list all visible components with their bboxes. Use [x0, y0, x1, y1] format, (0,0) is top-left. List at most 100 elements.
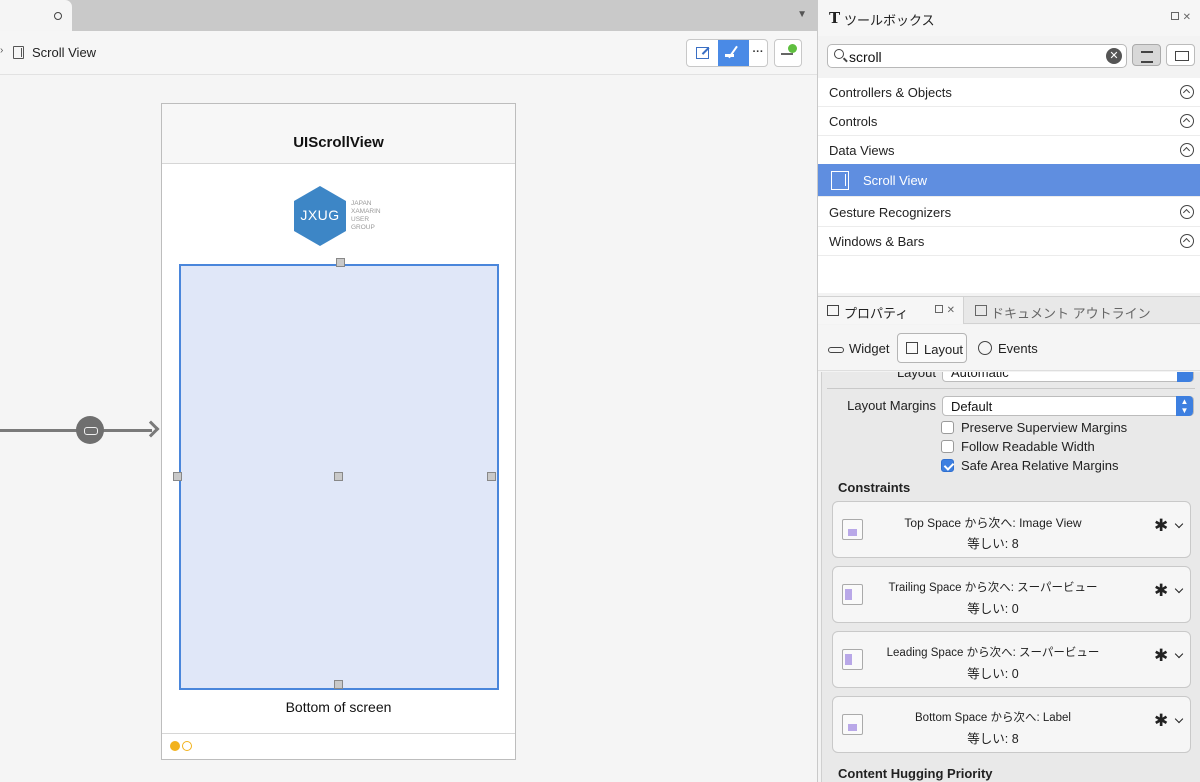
- dock-icon[interactable]: [934, 305, 943, 313]
- collapse-chevron-icon[interactable]: [1180, 205, 1194, 219]
- events-icon: [978, 341, 992, 355]
- resize-handle-top[interactable]: [336, 258, 345, 267]
- item-label: Scroll View: [863, 173, 928, 188]
- constraint-description: Leading Space から次へ: スーパービュー: [886, 647, 1100, 659]
- search-input[interactable]: scroll: [849, 49, 882, 65]
- toolbox-category-data-views[interactable]: Data Views: [818, 136, 1200, 165]
- edit-mode-button[interactable]: [687, 40, 718, 66]
- chevron-down-icon[interactable]: [1174, 519, 1184, 529]
- widget-icon: [828, 347, 844, 353]
- constraint-description: Trailing Space から次へ: スーパービュー: [888, 582, 1098, 594]
- constraint-description: Bottom Space から次へ: Label: [915, 712, 1071, 724]
- update-constraints-button[interactable]: [774, 39, 802, 67]
- view-controller-icon[interactable]: [170, 741, 180, 751]
- navigation-bar[interactable]: UIScrollView: [162, 104, 515, 164]
- search-icon: [834, 49, 844, 59]
- close-icon[interactable]: ✕: [947, 305, 955, 316]
- side-panels: T ツールボックス ✕ scroll ✕ Controllers & Objec…: [817, 0, 1200, 782]
- collapse-chevron-icon[interactable]: [1180, 114, 1194, 128]
- gear-icon[interactable]: ✱: [1154, 712, 1170, 729]
- follow-readable-width-row[interactable]: Follow Readable Width: [941, 438, 1200, 456]
- layout-margins-label: Layout Margins: [847, 398, 936, 413]
- scroll-view-icon: [13, 46, 24, 59]
- resize-handle-right[interactable]: [487, 472, 496, 481]
- select-arrow-icon: [1177, 372, 1193, 382]
- constraint-leading-space[interactable]: Leading Space から次へ: スーパービュー 等しい: 0 ✱: [832, 631, 1191, 688]
- constraint-description: Top Space から次へ: Image View: [904, 516, 1082, 530]
- subtab-layout[interactable]: Layout: [897, 333, 967, 363]
- gear-icon[interactable]: ✱: [1154, 517, 1170, 534]
- dock-icon[interactable]: [1170, 12, 1179, 20]
- resize-handle-bottom[interactable]: [334, 680, 343, 689]
- preserve-superview-margins-row[interactable]: Preserve Superview Margins: [941, 419, 1200, 437]
- safe-area-relative-margins-row[interactable]: Safe Area Relative Margins: [941, 457, 1200, 475]
- chevron-down-icon[interactable]: [1174, 584, 1184, 594]
- toolbox-list: Controllers & Objects Controls Data View…: [818, 78, 1200, 293]
- close-icon[interactable]: ✕: [1183, 12, 1191, 23]
- layout-properties-panel[interactable]: Layout Automatic Layout Margins Default …: [821, 372, 1200, 782]
- layout-select[interactable]: Automatic: [942, 372, 1194, 382]
- document-tab[interactable]: [0, 0, 72, 31]
- document-tab-bar: ▼: [0, 0, 817, 31]
- safe-area-relative-margins-checkbox[interactable]: [941, 459, 954, 472]
- checkbox-label: Safe Area Relative Margins: [961, 458, 1119, 473]
- gear-icon[interactable]: ✱: [1154, 582, 1170, 599]
- layout-margins-row: Layout Margins Default ▲ ▼: [822, 396, 1200, 416]
- scroll-view[interactable]: [173, 258, 499, 690]
- subtab-widget[interactable]: Widget: [828, 333, 894, 363]
- chevron-down-icon[interactable]: [1174, 714, 1184, 724]
- tab-document-outline[interactable]: ドキュメント アウトライン: [965, 297, 1200, 324]
- resize-handle-center[interactable]: [334, 472, 343, 481]
- exit-icon[interactable]: [182, 741, 192, 751]
- constraint-top-space[interactable]: Top Space から次へ: Image View 等しい: 8 ✱: [832, 501, 1191, 558]
- more-options-button[interactable]: ···: [749, 40, 767, 66]
- constraints-mode-button[interactable]: [718, 40, 749, 66]
- toolbox-item-scroll-view[interactable]: Scroll View: [818, 164, 1200, 197]
- layout-margins-select[interactable]: Default ▲ ▼: [942, 396, 1194, 416]
- subtab-label: Layout: [924, 342, 964, 357]
- subtab-label: Events: [998, 341, 1038, 356]
- tab-list-dropdown[interactable]: ▼: [797, 9, 807, 20]
- segue-node-icon[interactable]: [76, 416, 104, 444]
- checkbox-label: Preserve Superview Margins: [961, 420, 1128, 435]
- grid-view-toggle[interactable]: [1166, 44, 1195, 66]
- gear-icon[interactable]: ✱: [1154, 647, 1170, 664]
- properties-tab-bar: プロパティ ✕ ドキュメント アウトライン: [818, 296, 1200, 324]
- toolbox-category-gestures[interactable]: Gesture Recognizers: [818, 198, 1200, 227]
- collapse-chevron-icon[interactable]: [1180, 143, 1194, 157]
- constraint-bottom-space[interactable]: Bottom Space から次へ: Label 等しい: 8 ✱: [832, 696, 1191, 753]
- chevron-down-icon[interactable]: [1174, 649, 1184, 659]
- clear-search-button[interactable]: ✕: [1106, 48, 1122, 64]
- bottom-label[interactable]: Bottom of screen: [162, 699, 515, 715]
- collapse-chevron-icon[interactable]: [1180, 234, 1194, 248]
- constraint-value: 等しい: 8: [967, 732, 1019, 746]
- constraint-value: 等しい: 0: [967, 602, 1019, 616]
- layout-row: Layout Automatic: [822, 372, 1200, 386]
- constraint-trailing-space[interactable]: Trailing Space から次へ: スーパービュー 等しい: 0 ✱: [832, 566, 1191, 623]
- preserve-superview-margins-checkbox[interactable]: [941, 421, 954, 434]
- collapse-chevron-icon[interactable]: [1180, 85, 1194, 99]
- breadcrumb: › Scroll View ···: [0, 31, 817, 75]
- constraint-value: 等しい: 0: [967, 667, 1019, 681]
- toolbox-category-controllers[interactable]: Controllers & Objects: [818, 78, 1200, 107]
- properties-subtabs: Widget Layout Events: [818, 325, 1200, 371]
- navigation-title: UIScrollView: [293, 134, 384, 151]
- toolbox-category-windows-bars[interactable]: Windows & Bars: [818, 227, 1200, 256]
- constraint-brush-base-icon: [725, 54, 734, 57]
- tab-properties[interactable]: プロパティ ✕: [818, 297, 964, 324]
- category-label: Controls: [829, 114, 878, 129]
- follow-readable-width-checkbox[interactable]: [941, 440, 954, 453]
- breadcrumb-item-scroll-view[interactable]: Scroll View: [32, 45, 96, 60]
- view-controller-scene[interactable]: UIScrollView JXUG JAPAN XAMARIN USER GRO…: [161, 103, 516, 760]
- list-view-toggle[interactable]: [1132, 44, 1161, 66]
- toolbox-category-controls[interactable]: Controls: [818, 107, 1200, 136]
- frame-icon: [781, 53, 793, 55]
- category-label: Windows & Bars: [829, 234, 925, 249]
- tab-label: プロパティ: [844, 306, 909, 321]
- layout-value: Automatic: [951, 372, 1009, 380]
- category-label: Controllers & Objects: [829, 85, 952, 100]
- resize-handle-left[interactable]: [173, 472, 182, 481]
- toolbox-search-field[interactable]: scroll ✕: [827, 44, 1127, 68]
- subtab-events[interactable]: Events: [978, 333, 1048, 363]
- update-badge-icon: [788, 44, 797, 53]
